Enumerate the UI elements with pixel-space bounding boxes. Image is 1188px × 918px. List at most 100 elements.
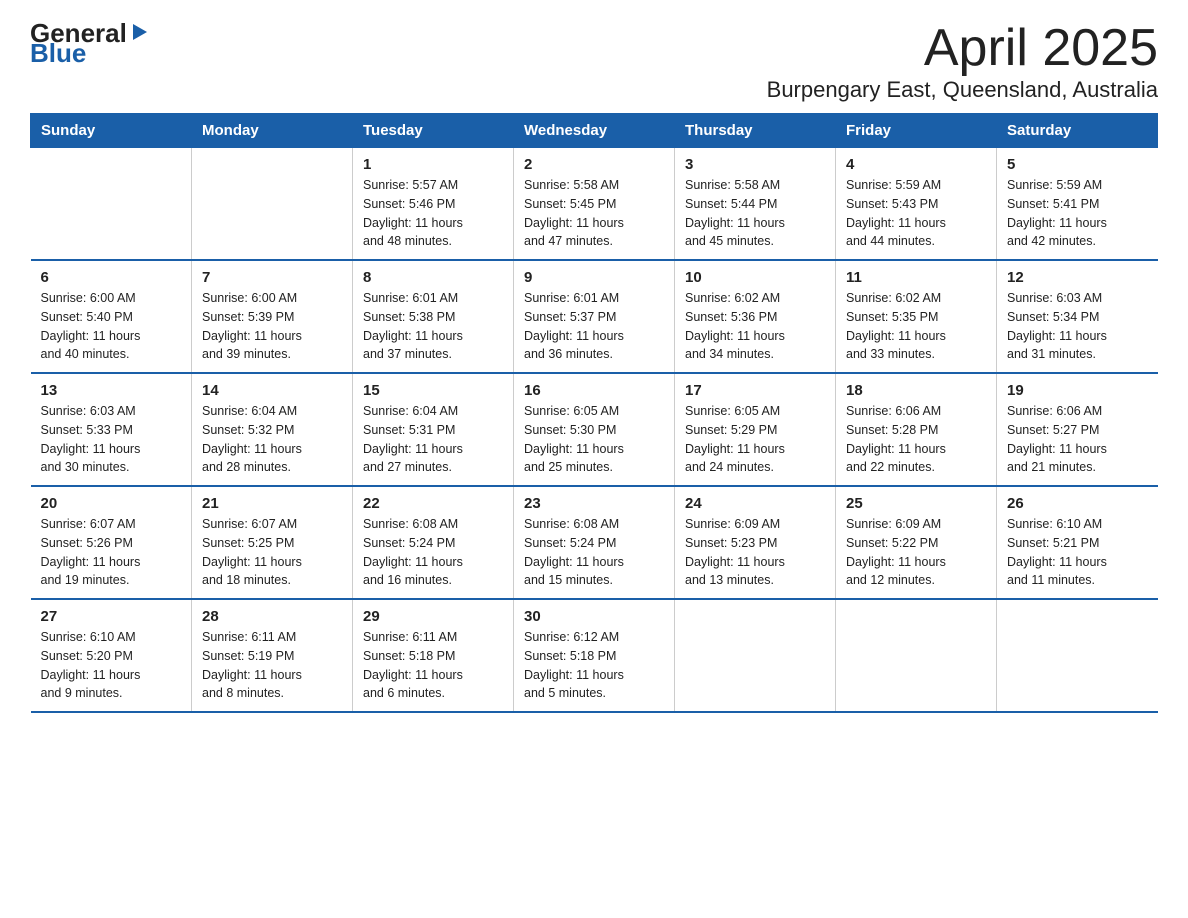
header-monday: Monday <box>192 114 353 148</box>
calendar-cell: 10 Sunrise: 6:02 AMSunset: 5:36 PMDayligh… <box>675 260 836 373</box>
logo: General Blue <box>30 20 151 69</box>
calendar-cell: 24 Sunrise: 6:09 AMSunset: 5:23 PMDayligh… <box>675 486 836 599</box>
day-number: 28 <box>202 608 342 625</box>
calendar-week-row: 13 Sunrise: 6:03 AMSunset: 5:33 PMDayligh… <box>31 373 1158 486</box>
day-number: 10 <box>685 269 825 286</box>
calendar-cell: 14 Sunrise: 6:04 AMSunset: 5:32 PMDayligh… <box>192 373 353 486</box>
calendar-cell: 28 Sunrise: 6:11 AMSunset: 5:19 PMDayligh… <box>192 599 353 712</box>
day-info: Sunrise: 6:05 AMSunset: 5:30 PMDaylight:… <box>524 402 664 477</box>
calendar-cell: 26 Sunrise: 6:10 AMSunset: 5:21 PMDayligh… <box>997 486 1158 599</box>
day-info: Sunrise: 6:02 AMSunset: 5:35 PMDaylight:… <box>846 289 986 364</box>
day-number: 6 <box>41 269 182 286</box>
calendar-cell <box>675 599 836 712</box>
day-number: 26 <box>1007 495 1148 512</box>
day-info: Sunrise: 6:09 AMSunset: 5:23 PMDaylight:… <box>685 515 825 590</box>
calendar-cell: 8 Sunrise: 6:01 AMSunset: 5:38 PMDaylight… <box>353 260 514 373</box>
day-info: Sunrise: 6:09 AMSunset: 5:22 PMDaylight:… <box>846 515 986 590</box>
day-number: 3 <box>685 156 825 173</box>
day-number: 18 <box>846 382 986 399</box>
calendar-cell: 9 Sunrise: 6:01 AMSunset: 5:37 PMDaylight… <box>514 260 675 373</box>
calendar-cell: 3 Sunrise: 5:58 AMSunset: 5:44 PMDaylight… <box>675 148 836 261</box>
logo-blue: Blue <box>30 38 86 69</box>
day-info: Sunrise: 5:58 AMSunset: 5:44 PMDaylight:… <box>685 176 825 251</box>
calendar-cell: 27 Sunrise: 6:10 AMSunset: 5:20 PMDayligh… <box>31 599 192 712</box>
header-wednesday: Wednesday <box>514 114 675 148</box>
calendar-cell: 2 Sunrise: 5:58 AMSunset: 5:45 PMDaylight… <box>514 148 675 261</box>
day-number: 16 <box>524 382 664 399</box>
month-title: April 2025 <box>767 20 1158 77</box>
weekday-header-row: Sunday Monday Tuesday Wednesday Thursday… <box>31 114 1158 148</box>
day-info: Sunrise: 6:03 AMSunset: 5:33 PMDaylight:… <box>41 402 182 477</box>
header-thursday: Thursday <box>675 114 836 148</box>
day-info: Sunrise: 6:04 AMSunset: 5:31 PMDaylight:… <box>363 402 503 477</box>
day-number: 30 <box>524 608 664 625</box>
calendar-cell: 16 Sunrise: 6:05 AMSunset: 5:30 PMDayligh… <box>514 373 675 486</box>
calendar-cell: 15 Sunrise: 6:04 AMSunset: 5:31 PMDayligh… <box>353 373 514 486</box>
day-info: Sunrise: 6:00 AMSunset: 5:40 PMDaylight:… <box>41 289 182 364</box>
header-sunday: Sunday <box>31 114 192 148</box>
day-info: Sunrise: 6:11 AMSunset: 5:18 PMDaylight:… <box>363 628 503 703</box>
day-number: 11 <box>846 269 986 286</box>
day-number: 25 <box>846 495 986 512</box>
day-info: Sunrise: 6:06 AMSunset: 5:28 PMDaylight:… <box>846 402 986 477</box>
calendar-week-row: 27 Sunrise: 6:10 AMSunset: 5:20 PMDayligh… <box>31 599 1158 712</box>
day-info: Sunrise: 6:02 AMSunset: 5:36 PMDaylight:… <box>685 289 825 364</box>
day-number: 2 <box>524 156 664 173</box>
day-info: Sunrise: 6:01 AMSunset: 5:37 PMDaylight:… <box>524 289 664 364</box>
calendar-table: Sunday Monday Tuesday Wednesday Thursday… <box>30 113 1158 713</box>
day-number: 29 <box>363 608 503 625</box>
day-number: 13 <box>41 382 182 399</box>
calendar-cell: 5Sunrise: 5:59 AMSunset: 5:41 PMDaylight… <box>997 148 1158 261</box>
calendar-cell: 7Sunrise: 6:00 AMSunset: 5:39 PMDaylight… <box>192 260 353 373</box>
day-info: Sunrise: 6:07 AMSunset: 5:25 PMDaylight:… <box>202 515 342 590</box>
day-number: 8 <box>363 269 503 286</box>
day-info: Sunrise: 6:01 AMSunset: 5:38 PMDaylight:… <box>363 289 503 364</box>
calendar-cell: 1Sunrise: 5:57 AMSunset: 5:46 PMDaylight… <box>353 148 514 261</box>
day-info: Sunrise: 6:03 AMSunset: 5:34 PMDaylight:… <box>1007 289 1148 364</box>
calendar-cell: 23Sunrise: 6:08 AMSunset: 5:24 PMDayligh… <box>514 486 675 599</box>
day-number: 12 <box>1007 269 1148 286</box>
day-info: Sunrise: 5:59 AMSunset: 5:41 PMDaylight:… <box>1007 176 1148 251</box>
day-info: Sunrise: 6:00 AMSunset: 5:39 PMDaylight:… <box>202 289 342 364</box>
day-number: 19 <box>1007 382 1148 399</box>
day-number: 14 <box>202 382 342 399</box>
calendar-cell: 22Sunrise: 6:08 AMSunset: 5:24 PMDayligh… <box>353 486 514 599</box>
day-info: Sunrise: 6:08 AMSunset: 5:24 PMDaylight:… <box>524 515 664 590</box>
day-info: Sunrise: 5:58 AMSunset: 5:45 PMDaylight:… <box>524 176 664 251</box>
day-number: 15 <box>363 382 503 399</box>
day-number: 9 <box>524 269 664 286</box>
calendar-cell: 20Sunrise: 6:07 AMSunset: 5:26 PMDayligh… <box>31 486 192 599</box>
day-info: Sunrise: 6:06 AMSunset: 5:27 PMDaylight:… <box>1007 402 1148 477</box>
calendar-cell: 19 Sunrise: 6:06 AMSunset: 5:27 PMDayligh… <box>997 373 1158 486</box>
day-info: Sunrise: 6:10 AMSunset: 5:21 PMDaylight:… <box>1007 515 1148 590</box>
day-number: 4 <box>846 156 986 173</box>
day-number: 17 <box>685 382 825 399</box>
logo-arrow-icon <box>129 21 151 43</box>
day-info: Sunrise: 6:04 AMSunset: 5:32 PMDaylight:… <box>202 402 342 477</box>
calendar-cell: 4 Sunrise: 5:59 AMSunset: 5:43 PMDaylight… <box>836 148 997 261</box>
calendar-cell: 12 Sunrise: 6:03 AMSunset: 5:34 PMDayligh… <box>997 260 1158 373</box>
day-info: Sunrise: 6:10 AMSunset: 5:20 PMDaylight:… <box>41 628 182 703</box>
calendar-cell <box>31 148 192 261</box>
day-number: 22 <box>363 495 503 512</box>
calendar-cell: 29 Sunrise: 6:11 AMSunset: 5:18 PMDayligh… <box>353 599 514 712</box>
calendar-cell: 13 Sunrise: 6:03 AMSunset: 5:33 PMDayligh… <box>31 373 192 486</box>
day-info: Sunrise: 5:59 AMSunset: 5:43 PMDaylight:… <box>846 176 986 251</box>
day-number: 27 <box>41 608 182 625</box>
calendar-cell <box>192 148 353 261</box>
calendar-week-row: 1Sunrise: 5:57 AMSunset: 5:46 PMDaylight… <box>31 148 1158 261</box>
calendar-cell <box>836 599 997 712</box>
day-number: 20 <box>41 495 182 512</box>
day-info: Sunrise: 6:12 AMSunset: 5:18 PMDaylight:… <box>524 628 664 703</box>
page-header: General Blue April 2025 Burpengary East,… <box>30 20 1158 103</box>
calendar-cell <box>997 599 1158 712</box>
calendar-cell: 21Sunrise: 6:07 AMSunset: 5:25 PMDayligh… <box>192 486 353 599</box>
day-number: 24 <box>685 495 825 512</box>
header-saturday: Saturday <box>997 114 1158 148</box>
day-info: Sunrise: 5:57 AMSunset: 5:46 PMDaylight:… <box>363 176 503 251</box>
calendar-cell: 18 Sunrise: 6:06 AMSunset: 5:28 PMDayligh… <box>836 373 997 486</box>
title-area: April 2025 Burpengary East, Queensland, … <box>767 20 1158 103</box>
calendar-cell: 25 Sunrise: 6:09 AMSunset: 5:22 PMDayligh… <box>836 486 997 599</box>
calendar-cell: 11 Sunrise: 6:02 AMSunset: 5:35 PMDayligh… <box>836 260 997 373</box>
day-info: Sunrise: 6:11 AMSunset: 5:19 PMDaylight:… <box>202 628 342 703</box>
